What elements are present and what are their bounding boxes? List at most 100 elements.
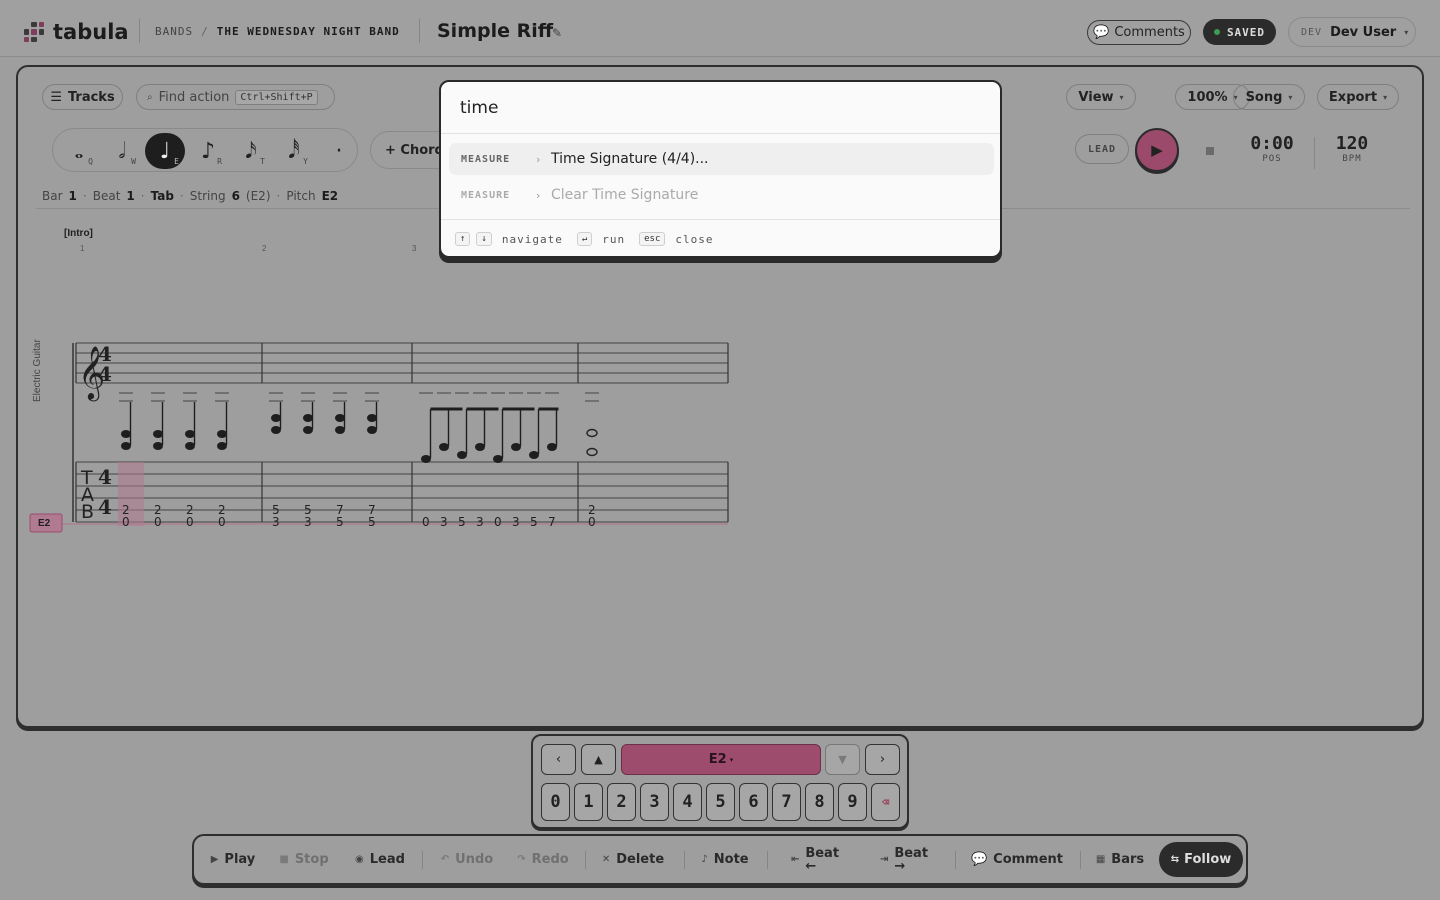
command-search-input[interactable]: time xyxy=(460,98,498,118)
export-menu-button[interactable]: Export ▾ xyxy=(1317,84,1399,110)
duration-button[interactable]: ♪ R xyxy=(188,133,228,169)
duration-button[interactable]: 𝅝 Q xyxy=(59,133,99,169)
tab-fret-number: 0 xyxy=(494,515,502,529)
fret-digit-button[interactable]: 1 xyxy=(574,783,603,821)
duration-button[interactable]: 𝅘𝅥𝅯 T xyxy=(231,133,271,169)
follow-label: Follow xyxy=(1184,852,1232,867)
breadcrumb-bands-link[interactable]: BANDS xyxy=(155,25,193,38)
stop-icon[interactable] xyxy=(1206,147,1214,155)
delete-label: Delete xyxy=(616,852,665,867)
saved-status-label: SAVED xyxy=(1226,25,1266,39)
beat-forward-label: Beat xyxy=(894,845,929,861)
duration-shortcut: E xyxy=(174,157,179,166)
breadcrumb: BANDS / THE WEDNESDAY NIGHT BAND xyxy=(155,25,400,38)
duration-button[interactable]: ♩ E xyxy=(145,133,185,169)
bars-button[interactable]: ▦ Bars xyxy=(1094,836,1146,883)
command-result-item[interactable]: MEASURE › Time Signature (4/4)... xyxy=(449,143,994,175)
chevron-down-icon: ▾ xyxy=(1288,92,1293,102)
user-menu[interactable]: DEV Dev User ▾ xyxy=(1288,17,1416,47)
stop-toolbar-button[interactable]: ■ Stop xyxy=(278,836,330,883)
redo-button[interactable]: ↷ Redo xyxy=(514,836,572,883)
fret-digit-button[interactable]: 0 xyxy=(541,783,570,821)
measure-number: 2 xyxy=(262,244,267,253)
duration-button[interactable]: 𝅗𝅥 W xyxy=(102,133,142,169)
skip-forward-icon: ⇥ xyxy=(879,854,889,865)
fret-digit-button[interactable]: 9 xyxy=(838,783,867,821)
find-action-label: Find action xyxy=(158,89,230,105)
fret-digit-button[interactable]: 7 xyxy=(772,783,801,821)
previous-beat-button[interactable]: ‹ xyxy=(541,744,576,775)
fret-digit-button[interactable]: 8 xyxy=(805,783,834,821)
string-down-button[interactable]: ▼ xyxy=(825,744,860,775)
lead-toggle[interactable]: LEAD xyxy=(1075,134,1129,164)
tab-time-signature-digit: 4 xyxy=(98,465,112,489)
bpm-label: BPM xyxy=(1342,154,1362,164)
comment-button[interactable]: 💬 Comment xyxy=(970,836,1064,883)
tab-fret-number: 3 xyxy=(304,515,312,529)
beat-back-button[interactable]: ⇤ Beat ← xyxy=(784,836,846,883)
beat-label: Beat xyxy=(92,189,121,203)
command-palette: time MEASURE › Time Signature (4/4)... M… xyxy=(439,80,1002,258)
fret-digit-button[interactable]: 6 xyxy=(739,783,768,821)
song-menu-label: Song xyxy=(1245,89,1283,105)
note-duration-icon: 𝅗𝅥 xyxy=(118,138,126,164)
tracks-button-label: Tracks xyxy=(67,89,115,105)
bars-icon: ▦ xyxy=(1095,854,1106,865)
app-logo[interactable]: tabula xyxy=(24,20,129,44)
fret-digit-button[interactable]: 2 xyxy=(607,783,636,821)
note-duration-icon: ♩ xyxy=(159,138,171,164)
lead-toolbar-button[interactable]: ◉ Lead xyxy=(352,836,408,883)
note-head xyxy=(335,426,345,434)
navigate-hint: navigate xyxy=(501,232,563,246)
palette-footer: ↑ ↓ navigate ↵ run esc close xyxy=(441,219,1000,256)
play-toolbar-button[interactable]: ▶ Play xyxy=(206,836,260,883)
fret-digit-button[interactable]: 4 xyxy=(673,783,702,821)
note-button[interactable]: ♪ Note xyxy=(698,836,752,883)
comments-button[interactable]: 💬 Comments xyxy=(1087,20,1191,45)
follow-toggle[interactable]: ⇆ Follow xyxy=(1159,842,1243,877)
command-result-item[interactable]: MEASURE › Clear Time Signature xyxy=(449,179,994,211)
song-title[interactable]: Simple Riff xyxy=(437,20,553,42)
note-head xyxy=(303,426,313,434)
tempo-counter[interactable]: 120 BPM xyxy=(1322,133,1382,164)
delete-fret-button[interactable]: ⌫ xyxy=(871,783,900,821)
score-view[interactable]: [Intro] Electric Guitar 1 2 3𝄞4444TAB 2020… xyxy=(28,222,748,542)
note-head xyxy=(153,442,163,450)
fret-digit-button[interactable]: 3 xyxy=(640,783,669,821)
note-duration-icon: 𝅘𝅥𝅯 xyxy=(245,138,257,164)
divider xyxy=(1314,137,1315,169)
duration-button[interactable]: 𝅘𝅥𝅰 Y xyxy=(274,133,314,169)
song-menu-button[interactable]: Song ▾ xyxy=(1233,84,1305,110)
next-beat-button[interactable]: › xyxy=(865,744,900,775)
beat-forward-text: Beat → xyxy=(894,847,928,873)
fret-digit-button[interactable]: 5 xyxy=(706,783,735,821)
undo-button[interactable]: ↶ Undo xyxy=(438,836,496,883)
position-counter: 0:00 POS xyxy=(1242,133,1302,164)
string-up-button[interactable]: ▲ xyxy=(581,744,616,775)
follow-icon: ⇆ xyxy=(1170,854,1180,865)
bottom-toolbar: ▶ Play ■ Stop ◉ Lead ↶ Undo ↷ Redo ✕ Del… xyxy=(192,834,1248,885)
tracks-button[interactable]: ☰ Tracks xyxy=(42,84,123,110)
redo-label: Redo xyxy=(531,852,569,867)
edit-mode-value: Tab xyxy=(150,189,174,203)
beat-back-text: Beat ← xyxy=(805,847,839,873)
beat-forward-button[interactable]: ⇥ Beat → xyxy=(873,836,935,883)
duration-button[interactable]: · xyxy=(319,133,359,169)
divider xyxy=(955,851,956,869)
note-head xyxy=(121,442,131,450)
string-select[interactable]: E2 ▾ xyxy=(621,744,821,775)
edit-title-icon[interactable]: ✎ xyxy=(552,26,562,40)
view-menu-button[interactable]: View ▾ xyxy=(1066,84,1136,110)
breadcrumb-band-link[interactable]: THE WEDNESDAY NIGHT BAND xyxy=(217,25,400,38)
play-icon: ▶ xyxy=(1151,141,1163,159)
note-duration-icon: 𝅘𝅥𝅰 xyxy=(288,138,300,164)
note-duration-icon: · xyxy=(335,138,343,164)
arrow-down-key: ↓ xyxy=(476,232,492,246)
delete-button[interactable]: ✕ Delete xyxy=(600,836,666,883)
play-button[interactable]: ▶ xyxy=(1135,128,1179,172)
beat-value: 1 xyxy=(126,189,135,203)
track-name-label: Electric Guitar xyxy=(32,339,43,402)
divider xyxy=(767,851,768,869)
staff-lines: 1 2 3𝄞4444TAB xyxy=(48,244,729,526)
find-action-button[interactable]: ⌕ Find action Ctrl+Shift+P xyxy=(136,84,335,110)
